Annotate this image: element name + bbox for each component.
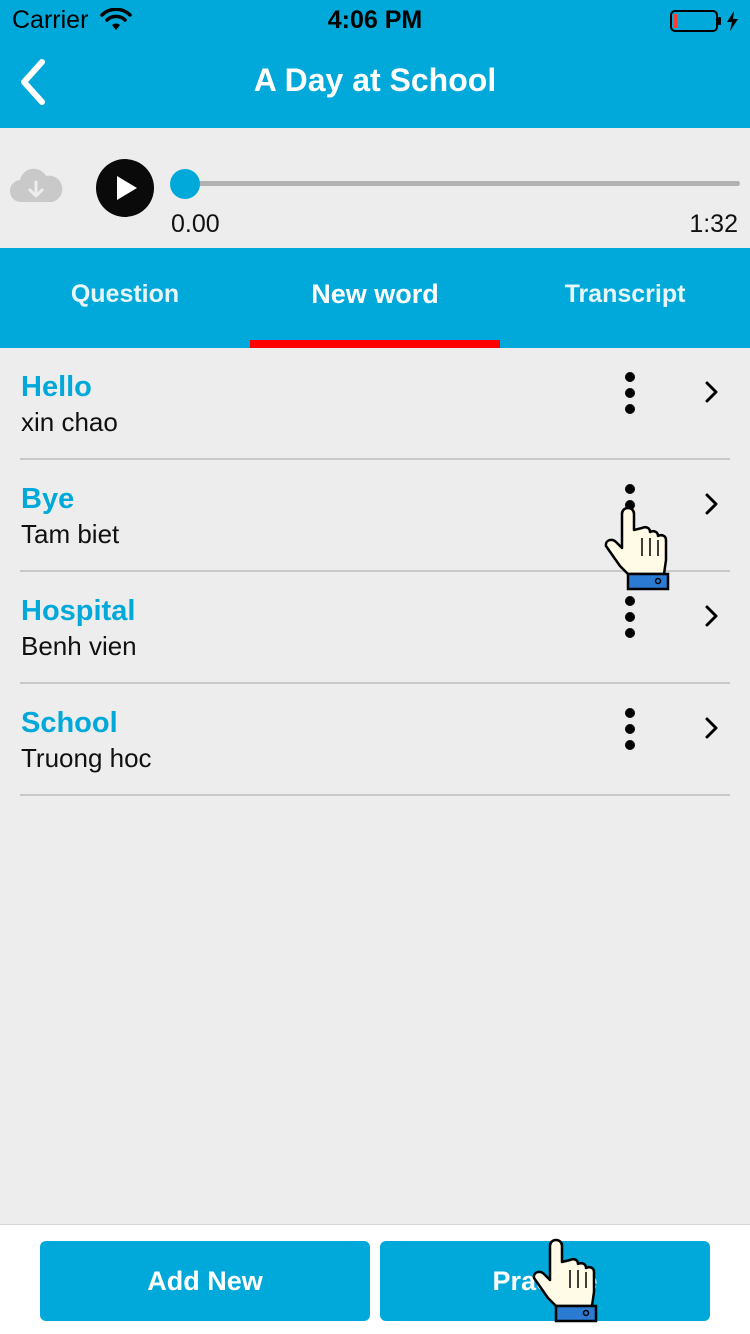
practice-button[interactable]: Practice <box>380 1241 710 1321</box>
list-item[interactable]: Hello xin chao <box>20 348 730 460</box>
word-term: Hospital <box>21 595 136 627</box>
tab-transcript[interactable]: Transcript <box>500 248 750 348</box>
more-options-icon[interactable] <box>620 708 640 752</box>
duration: 1:32 <box>689 210 738 238</box>
word-meaning: Truong hoc <box>21 743 152 773</box>
current-time: 0.00 <box>171 210 220 238</box>
status-time: 4:06 PM <box>327 6 423 34</box>
more-options-icon[interactable] <box>620 596 640 640</box>
play-icon <box>117 176 137 200</box>
chevron-right-icon[interactable] <box>704 604 720 628</box>
more-options-icon[interactable] <box>620 484 640 528</box>
word-term: School <box>21 707 118 739</box>
play-button[interactable] <box>96 159 154 217</box>
page-title: A Day at School <box>253 62 497 98</box>
add-new-button[interactable]: Add New <box>40 1241 370 1321</box>
word-term: Bye <box>21 483 75 515</box>
tab-question[interactable]: Question <box>0 248 250 348</box>
list-item[interactable]: Bye Tam biet <box>20 460 730 572</box>
tab-bar: Question New word Transcript <box>0 248 750 348</box>
word-meaning: Tam biet <box>21 519 120 549</box>
chevron-right-icon[interactable] <box>704 380 720 404</box>
list-item[interactable]: School Truong hoc <box>20 684 730 796</box>
seek-thumb[interactable] <box>170 169 200 199</box>
bottom-action-bar: Add New Practice <box>0 1224 750 1334</box>
chevron-right-icon[interactable] <box>704 492 720 516</box>
nav-bar: Carrier 4:06 PM A Day at School <box>0 0 750 128</box>
more-options-icon[interactable] <box>620 372 640 416</box>
list-item[interactable]: Hospital Benh vien <box>20 572 730 684</box>
word-meaning: Benh vien <box>21 631 137 661</box>
status-bar: Carrier 4:06 PM <box>0 0 750 40</box>
active-tab-indicator <box>250 340 500 348</box>
tab-new-word[interactable]: New word <box>250 248 500 348</box>
word-meaning: xin chao <box>21 407 118 437</box>
cloud-download-icon[interactable] <box>8 166 64 211</box>
seek-track[interactable] <box>184 181 740 186</box>
chevron-right-icon[interactable] <box>704 716 720 740</box>
audio-player: 0.00 1:32 <box>0 128 750 248</box>
battery-icon <box>670 9 742 38</box>
word-term: Hello <box>21 371 92 403</box>
